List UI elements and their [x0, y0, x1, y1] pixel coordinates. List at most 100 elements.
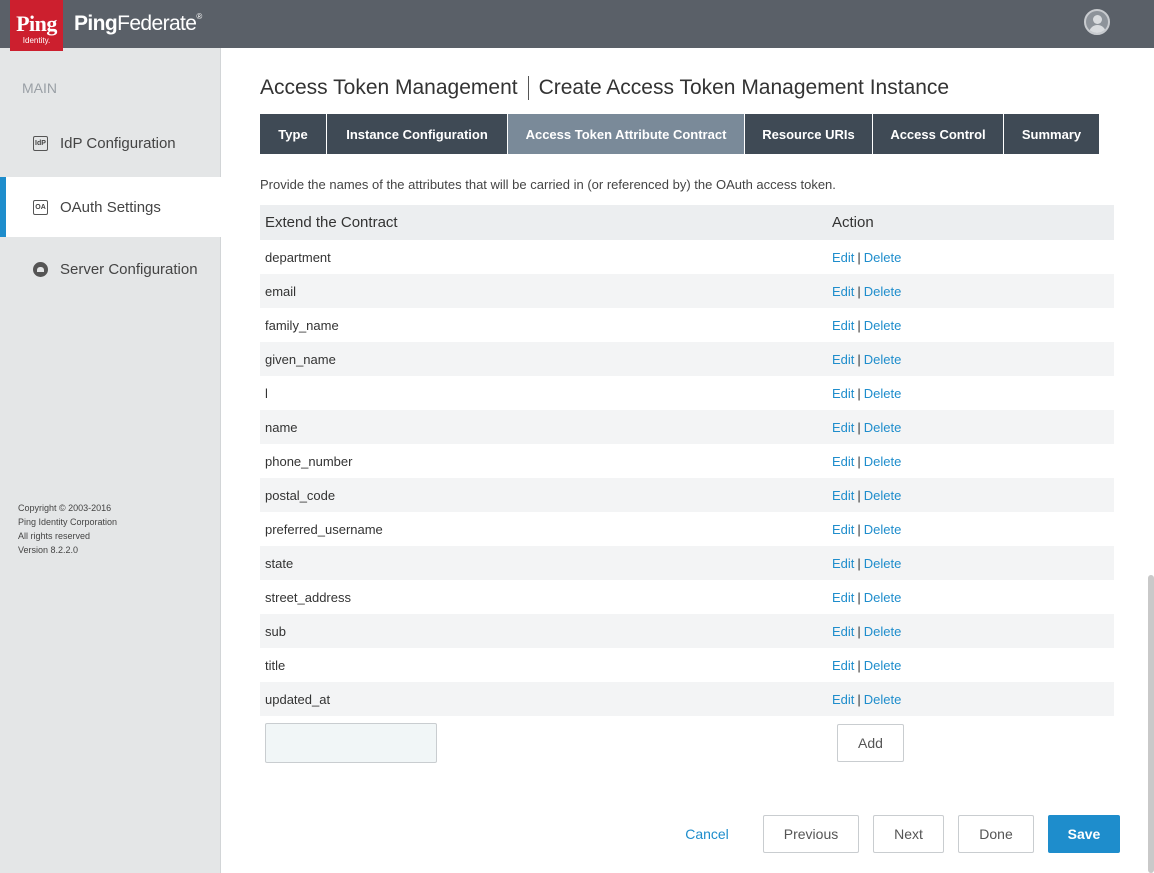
action-separator: | [857, 419, 861, 435]
tab-type[interactable]: Type [260, 114, 326, 154]
title-divider [527, 76, 529, 101]
action-separator: | [857, 453, 861, 469]
row-actions: Edit | Delete [832, 692, 1114, 707]
page-title: Access Token Management Create Access Tok… [260, 76, 950, 101]
edit-link[interactable]: Edit [832, 352, 854, 367]
action-separator: | [857, 555, 861, 571]
edit-link[interactable]: Edit [832, 522, 854, 537]
add-attribute-row: Add [260, 723, 1114, 763]
delete-link[interactable]: Delete [864, 318, 902, 333]
done-button[interactable]: Done [958, 815, 1034, 853]
wizard-tabs: Type Instance Configuration Access Token… [260, 114, 1100, 154]
logo-text: Ping [16, 11, 57, 36]
attribute-name: given_name [265, 351, 336, 367]
table-row: email Edit | Delete [260, 274, 1114, 308]
previous-button[interactable]: Previous [763, 815, 859, 853]
attribute-contract-table: Extend the Contract Action department Edi… [260, 205, 1114, 716]
row-actions: Edit | Delete [832, 386, 1114, 401]
table-row: postal_code Edit | Delete [260, 478, 1114, 512]
delete-link[interactable]: Delete [864, 420, 902, 435]
row-actions: Edit | Delete [832, 556, 1114, 571]
edit-link[interactable]: Edit [832, 658, 854, 673]
sidebar-item-label: IdP Configuration [60, 134, 176, 152]
row-actions: Edit | Delete [832, 352, 1114, 367]
edit-link[interactable]: Edit [832, 250, 854, 265]
delete-link[interactable]: Delete [864, 352, 902, 367]
page-scrollbar[interactable] [1148, 575, 1154, 873]
product-name-bold: Ping [74, 12, 118, 35]
product-name: PingFederate® [74, 12, 202, 36]
delete-link[interactable]: Delete [864, 488, 902, 503]
edit-link[interactable]: Edit [832, 420, 854, 435]
edit-link[interactable]: Edit [832, 590, 854, 605]
tab-instance-configuration[interactable]: Instance Configuration [327, 114, 507, 154]
sidebar-section-label: MAIN [22, 80, 57, 96]
tab-resource-uris[interactable]: Resource URIs [745, 114, 872, 154]
attribute-name: updated_at [265, 691, 331, 707]
attribute-name: family_name [265, 317, 339, 333]
attribute-name: sub [265, 623, 286, 639]
attribute-name: phone_number [265, 453, 353, 469]
sidebar-item-server-configuration[interactable]: Server Configuration [0, 239, 221, 299]
edit-link[interactable]: Edit [832, 692, 854, 707]
copyright-notice: Copyright © 2003-2016 Ping Identity Corp… [18, 501, 117, 557]
delete-link[interactable]: Delete [864, 590, 902, 605]
main-content: Access Token Management Create Access Tok… [221, 48, 1154, 873]
attribute-name: state [265, 555, 294, 571]
sidebar-item-label: Server Configuration [60, 260, 198, 278]
table-row: title Edit | Delete [260, 648, 1114, 682]
edit-link[interactable]: Edit [832, 454, 854, 469]
action-separator: | [857, 283, 861, 299]
breadcrumb-current: Create Access Token Management Instance [538, 76, 950, 99]
attribute-name: department [265, 249, 331, 265]
edit-link[interactable]: Edit [832, 488, 854, 503]
ping-identity-logo[interactable]: Ping Identity. [10, 0, 63, 51]
delete-link[interactable]: Delete [864, 250, 902, 265]
delete-link[interactable]: Delete [864, 284, 902, 299]
action-separator: | [857, 487, 861, 503]
copyright-rights: All rights reserved [18, 531, 91, 541]
tab-access-token-attribute-contract[interactable]: Access Token Attribute Contract [508, 114, 744, 154]
tab-summary[interactable]: Summary [1004, 114, 1099, 154]
edit-link[interactable]: Edit [832, 318, 854, 333]
copyright-company: Ping Identity Corporation [18, 517, 118, 527]
oauth-icon: OA [33, 199, 48, 215]
table-row: name Edit | Delete [260, 410, 1114, 444]
tab-access-control[interactable]: Access Control [873, 114, 1003, 154]
delete-link[interactable]: Delete [864, 692, 902, 707]
sidebar-item-oauth-settings[interactable]: OA OAuth Settings [0, 177, 231, 237]
registered-mark: ® [196, 12, 202, 21]
edit-link[interactable]: Edit [832, 624, 854, 639]
row-actions: Edit | Delete [832, 420, 1114, 435]
cancel-button[interactable]: Cancel [677, 815, 737, 853]
edit-link[interactable]: Edit [832, 386, 854, 401]
delete-link[interactable]: Delete [864, 624, 902, 639]
copyright-line: Copyright © 2003-2016 [18, 503, 112, 513]
table-row: given_name Edit | Delete [260, 342, 1114, 376]
table-row: l Edit | Delete [260, 376, 1114, 410]
delete-link[interactable]: Delete [864, 522, 902, 537]
delete-link[interactable]: Delete [864, 454, 902, 469]
action-separator: | [857, 351, 861, 367]
attribute-name: title [265, 657, 286, 673]
action-separator: | [857, 317, 861, 333]
edit-link[interactable]: Edit [832, 556, 854, 571]
row-actions: Edit | Delete [832, 488, 1114, 503]
new-attribute-input[interactable] [265, 723, 437, 763]
table-row: updated_at Edit | Delete [260, 682, 1114, 716]
sidebar-item-label: OAuth Settings [60, 198, 161, 216]
next-button[interactable]: Next [873, 815, 944, 853]
delete-link[interactable]: Delete [864, 386, 902, 401]
delete-link[interactable]: Delete [864, 658, 902, 673]
table-row: preferred_username Edit | Delete [260, 512, 1114, 546]
delete-link[interactable]: Delete [864, 556, 902, 571]
column-header-action: Action [832, 214, 874, 231]
breadcrumb-parent: Access Token Management [260, 76, 518, 99]
edit-link[interactable]: Edit [832, 284, 854, 299]
user-account-icon[interactable] [1084, 9, 1110, 35]
save-button[interactable]: Save [1048, 815, 1120, 853]
version-label: Version 8.2.2.0 [18, 545, 79, 555]
add-button[interactable]: Add [837, 724, 904, 762]
sidebar-item-idp-configuration[interactable]: IdP IdP Configuration [0, 113, 221, 173]
logo-subtext: Identity. [22, 36, 51, 45]
